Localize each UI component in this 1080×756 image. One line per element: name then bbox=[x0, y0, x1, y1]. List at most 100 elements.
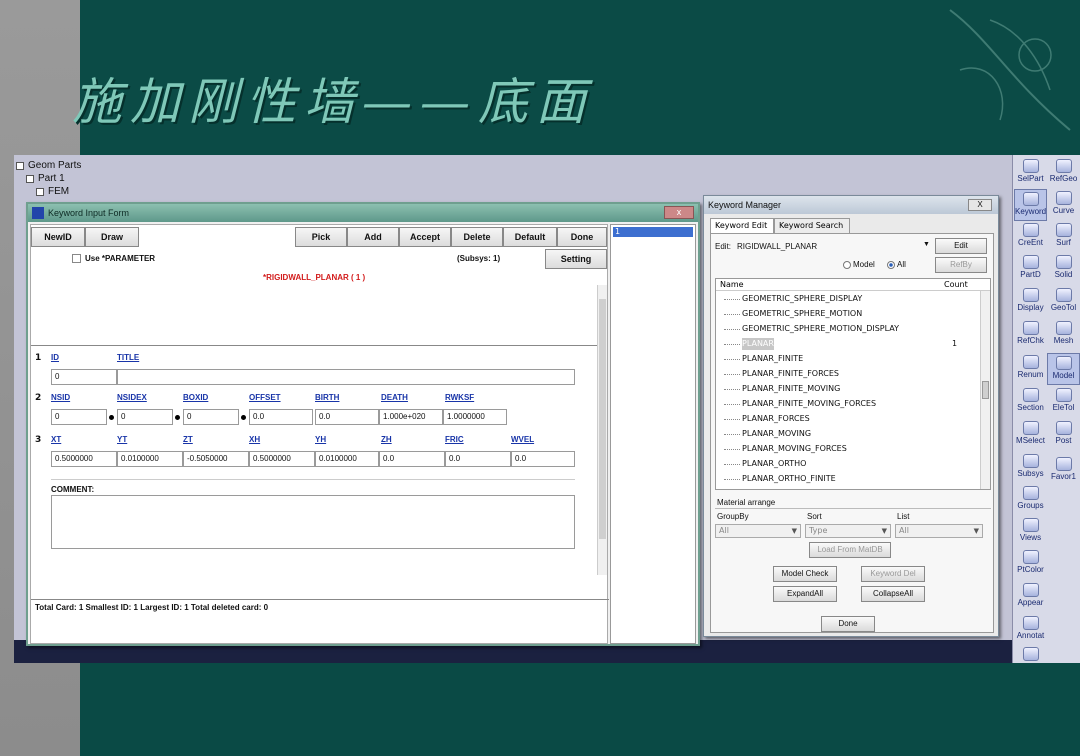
card-list[interactable]: 1 bbox=[610, 224, 696, 644]
id-field[interactable]: 0 bbox=[51, 369, 117, 385]
tool-selpart[interactable]: SelPart bbox=[1014, 157, 1047, 189]
keyword-list-item[interactable]: GEOMETRIC_SPHERE_MOTION bbox=[742, 308, 862, 320]
done-button[interactable]: Done bbox=[557, 227, 607, 247]
tool-mselect[interactable]: MSelect bbox=[1014, 419, 1047, 451]
default-button[interactable]: Default bbox=[503, 227, 557, 247]
use-parameter-checkbox[interactable] bbox=[72, 254, 81, 263]
tree-item-part[interactable]: Part 1 bbox=[16, 172, 81, 185]
keyword-list-item[interactable]: PLANAR_FINITE_MOVING bbox=[742, 383, 840, 395]
keyword-list-item[interactable]: PLANAR_FINITE_MOVING_FORCES bbox=[742, 398, 876, 410]
keyword-list-item[interactable]: GEOMETRIC_SPHERE_DISPLAY bbox=[742, 293, 862, 305]
groupby-select[interactable]: All ▼ bbox=[715, 524, 801, 538]
collapse-all-button[interactable]: CollapseAll bbox=[861, 586, 925, 602]
tool-section[interactable]: Section bbox=[1014, 386, 1047, 418]
tool-subsys[interactable]: Subsys bbox=[1014, 452, 1047, 484]
pick-dot-icon[interactable] bbox=[175, 415, 180, 420]
tree-item-fem[interactable]: FEM bbox=[16, 185, 81, 198]
chevron-down-icon[interactable]: ▼ bbox=[923, 241, 930, 248]
tool-creent[interactable]: CreEnt bbox=[1014, 221, 1047, 253]
tool-annotat[interactable]: Annotat bbox=[1014, 614, 1047, 646]
xh-field[interactable]: 0.5000000 bbox=[249, 451, 315, 467]
wvel-field[interactable]: 0.0 bbox=[511, 451, 575, 467]
close-button[interactable]: X bbox=[968, 199, 992, 211]
scrollbar-thumb[interactable] bbox=[982, 381, 989, 399]
keyword-list-item[interactable]: PLANAR bbox=[742, 338, 774, 350]
tool-renum[interactable]: Renum bbox=[1014, 353, 1047, 385]
keyword-list-item[interactable]: PLANAR_FINITE bbox=[742, 353, 803, 365]
keyword-del-button[interactable]: Keyword Del bbox=[861, 566, 925, 582]
add-button[interactable]: Add bbox=[347, 227, 399, 247]
scrollbar-thumb[interactable] bbox=[599, 299, 606, 539]
tool-refchk[interactable]: RefChk bbox=[1014, 319, 1047, 351]
yh-field[interactable]: 0.0100000 bbox=[315, 451, 379, 467]
offset-field[interactable]: 0.0 bbox=[249, 409, 313, 425]
pick-dot-icon[interactable] bbox=[241, 415, 246, 420]
tool-eletol[interactable]: EleTol bbox=[1047, 386, 1080, 418]
comment-textarea[interactable] bbox=[51, 495, 575, 549]
tool-groups[interactable]: Groups bbox=[1014, 484, 1047, 516]
radio-model[interactable] bbox=[843, 261, 851, 269]
nsid-field[interactable]: 0 bbox=[51, 409, 107, 425]
tab-keyword-search[interactable]: Keyword Search bbox=[774, 218, 850, 234]
tool-more[interactable] bbox=[1014, 645, 1047, 661]
death-field[interactable]: 1.000e+020 bbox=[379, 409, 443, 425]
field-header-yt[interactable]: YT bbox=[117, 435, 127, 444]
keyword-list-item[interactable]: PLANAR_MOVING_FORCES bbox=[742, 443, 847, 455]
kif-titlebar[interactable]: Keyword Input Form x bbox=[28, 204, 698, 222]
card-list-item[interactable]: 1 bbox=[613, 227, 693, 237]
close-button[interactable]: x bbox=[664, 206, 694, 219]
keyword-list-scrollbar[interactable] bbox=[980, 291, 990, 489]
form-scrollbar[interactable] bbox=[597, 285, 607, 575]
tool-partd[interactable]: PartD bbox=[1014, 253, 1047, 285]
model-check-button[interactable]: Model Check bbox=[773, 566, 837, 582]
keyword-list-item[interactable]: PLANAR_ORTHO bbox=[742, 458, 806, 470]
tool-keyword[interactable]: Keyword bbox=[1014, 189, 1047, 221]
tool-favor1[interactable]: Favor1 bbox=[1047, 455, 1080, 487]
field-header-id[interactable]: ID bbox=[51, 353, 59, 362]
draw-button[interactable]: Draw bbox=[85, 227, 139, 247]
pick-dot-icon[interactable] bbox=[109, 415, 114, 420]
tool-post[interactable]: Post bbox=[1047, 419, 1080, 451]
field-header-nsidex[interactable]: NSIDEX bbox=[117, 393, 147, 402]
field-header-boxid[interactable]: BOXID bbox=[183, 393, 208, 402]
tree-item-geom-parts[interactable]: Geom Parts bbox=[16, 159, 81, 172]
rwksf-field[interactable]: 1.0000000 bbox=[443, 409, 507, 425]
edit-button[interactable]: Edit bbox=[935, 238, 987, 254]
nsidex-field[interactable]: 0 bbox=[117, 409, 173, 425]
pick-button[interactable]: Pick bbox=[295, 227, 347, 247]
boxid-field[interactable]: 0 bbox=[183, 409, 239, 425]
field-header-nsid[interactable]: NSID bbox=[51, 393, 70, 402]
field-header-xh[interactable]: XH bbox=[249, 435, 260, 444]
keyword-list-item[interactable]: PLANAR_MOVING bbox=[742, 428, 811, 440]
tool-mesh[interactable]: Mesh bbox=[1047, 319, 1080, 351]
xt-field[interactable]: 0.5000000 bbox=[51, 451, 117, 467]
field-header-death[interactable]: DEATH bbox=[381, 393, 408, 402]
keyword-list-item[interactable]: PLANAR_FINITE_FORCES bbox=[742, 368, 839, 380]
radio-all[interactable] bbox=[887, 261, 895, 269]
field-header-yh[interactable]: YH bbox=[315, 435, 326, 444]
expand-all-button[interactable]: ExpandAll bbox=[773, 586, 837, 602]
keyword-list-item[interactable]: PLANAR_ORTHO_FINITE bbox=[742, 473, 836, 485]
list-select[interactable]: All ▼ bbox=[895, 524, 983, 538]
tool-curve[interactable]: Curve bbox=[1047, 189, 1080, 221]
km-titlebar[interactable]: Keyword Manager X bbox=[704, 196, 998, 214]
sort-select[interactable]: Type ▼ bbox=[805, 524, 891, 538]
delete-button[interactable]: Delete bbox=[451, 227, 503, 247]
tool-geotol[interactable]: GeoTol bbox=[1047, 286, 1080, 318]
keyword-list-item[interactable]: PLANAR_FORCES bbox=[742, 413, 810, 425]
done-button[interactable]: Done bbox=[821, 616, 875, 632]
field-header-wvel[interactable]: WVEL bbox=[511, 435, 534, 444]
tool-surf[interactable]: Surf bbox=[1047, 221, 1080, 253]
tool-views[interactable]: Views bbox=[1014, 516, 1047, 548]
field-header-title[interactable]: TITLE bbox=[117, 353, 139, 362]
accept-button[interactable]: Accept bbox=[399, 227, 451, 247]
field-header-xt[interactable]: XT bbox=[51, 435, 61, 444]
tool-appear[interactable]: Appear bbox=[1014, 581, 1047, 613]
zt-field[interactable]: -0.5050000 bbox=[183, 451, 249, 467]
tool-solid[interactable]: Solid bbox=[1047, 253, 1080, 285]
field-header-offset[interactable]: OFFSET bbox=[249, 393, 281, 402]
fric-field[interactable]: 0.0 bbox=[445, 451, 511, 467]
title-field[interactable] bbox=[117, 369, 575, 385]
yt-field[interactable]: 0.0100000 bbox=[117, 451, 183, 467]
refby-button[interactable]: RefBy bbox=[935, 257, 987, 273]
